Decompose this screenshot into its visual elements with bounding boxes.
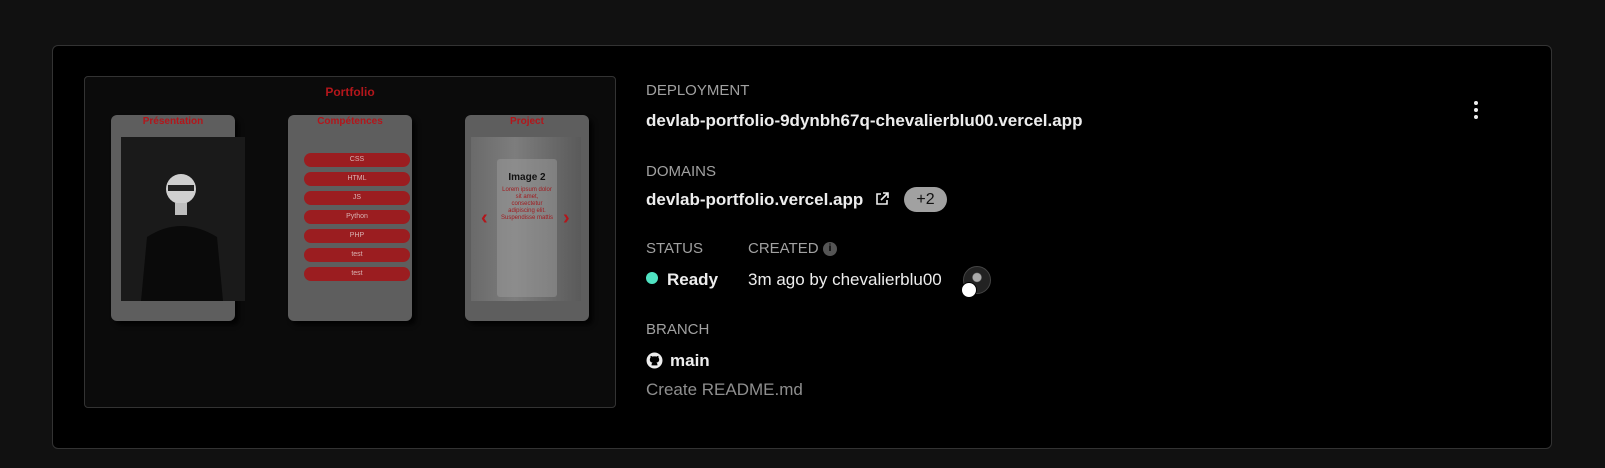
github-icon <box>646 352 663 369</box>
skill-pill: JS <box>304 191 410 205</box>
branch-name-link[interactable]: main <box>670 351 710 371</box>
preview-card-presentation: Présentation <box>111 115 245 321</box>
domains-label: DOMAINS <box>646 163 717 180</box>
status-ready-dot <box>646 272 658 284</box>
deployment-preview[interactable]: Portfolio Présentation Compétences CSS H… <box>84 76 616 408</box>
preview-title: Portfolio <box>325 85 375 99</box>
status-label: STATUS <box>646 240 703 257</box>
project-slide-overlay: Image 2 Lorem ipsum dolor sit amet, cons… <box>497 159 557 297</box>
skill-pill: PHP <box>304 229 410 243</box>
created-value: 3m ago by chevalierblu00 <box>748 270 942 289</box>
skills-list: CSS HTML JS Python PHP test test <box>304 153 410 286</box>
preview-card-skills: Compétences CSS HTML JS Python PHP test … <box>288 115 412 321</box>
carousel-prev-icon: ‹ <box>481 207 488 229</box>
github-badge-icon <box>961 282 977 298</box>
project-slide-text: Lorem ipsum dolor sit amet, consectetur … <box>500 187 554 221</box>
primary-domain-link[interactable]: devlab-portfolio.vercel.app <box>646 190 863 210</box>
project-image: Image 2 Lorem ipsum dolor sit amet, cons… <box>471 137 581 301</box>
deployment-card: Portfolio Présentation Compétences CSS H… <box>52 45 1552 449</box>
skill-pill: test <box>304 267 410 281</box>
project-slide-title: Image 2 <box>508 172 546 183</box>
carousel-next-icon: › <box>563 207 570 229</box>
skill-pill: HTML <box>304 172 410 186</box>
skill-pill: CSS <box>304 153 410 167</box>
portrait-photo <box>121 137 245 301</box>
deployment-url-link[interactable]: devlab-portfolio-9dynbh67q-chevalierblu0… <box>646 111 1082 131</box>
created-label: CREATED <box>748 240 819 257</box>
commit-message-link[interactable]: Create README.md <box>646 380 803 400</box>
preview-card-title: Présentation <box>142 116 204 127</box>
info-icon[interactable]: i <box>823 242 837 256</box>
status-value: Ready <box>667 270 719 289</box>
external-link-icon[interactable] <box>875 192 889 206</box>
skill-pill: test <box>304 248 410 262</box>
branch-label: BRANCH <box>646 321 710 338</box>
skill-pill: Python <box>304 210 410 224</box>
preview-card-title: Compétences <box>317 116 383 127</box>
deployment-label: DEPLOYMENT <box>646 82 750 99</box>
preview-card-title: Project <box>510 116 544 127</box>
more-options-icon[interactable] <box>1466 98 1486 122</box>
preview-card-project: Project Image 2 Lorem ipsum dolor sit am… <box>465 115 589 321</box>
extra-domains-badge[interactable]: +2 <box>904 187 947 212</box>
